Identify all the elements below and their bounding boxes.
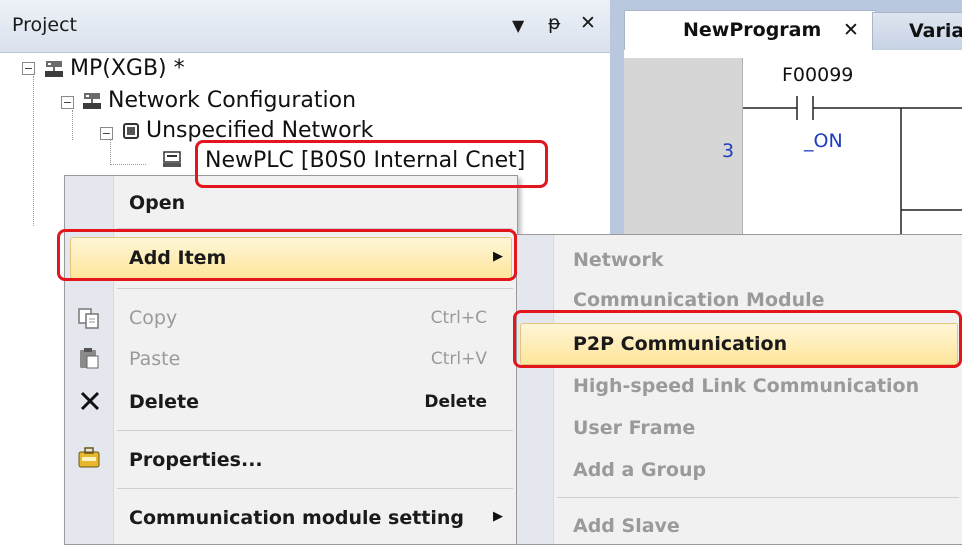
- menu-item-label: Open: [129, 192, 186, 214]
- contact-address: F00099: [782, 64, 854, 86]
- submenu-arrow-icon: ▶: [493, 509, 503, 524]
- network-icon: [123, 123, 139, 139]
- menu-item-copy[interactable]: Copy Ctrl+C: [65, 298, 517, 338]
- tab-close-icon[interactable]: ✕: [843, 19, 859, 41]
- close-icon[interactable]: ✕: [580, 12, 596, 34]
- menu-separator: [557, 497, 959, 498]
- tree-item-network-configuration[interactable]: Network Configuration: [108, 88, 356, 113]
- pin-icon[interactable]: ᵽ: [548, 12, 561, 34]
- paste-icon: [80, 348, 99, 369]
- submenu-item-user-frame[interactable]: User Frame: [517, 411, 962, 449]
- menu-item-label: Communication module setting: [129, 507, 465, 529]
- menu-item-open[interactable]: Open: [65, 184, 517, 224]
- menu-item-shortcut: Ctrl+C: [430, 308, 487, 328]
- tab-variables[interactable]: Varia: [872, 12, 962, 51]
- menu-separator: [117, 488, 513, 489]
- network-config-icon: [83, 93, 101, 109]
- submenu-item-label: Communication Module: [573, 289, 825, 311]
- submenu-item-high-speed-link[interactable]: High-speed Link Communication: [517, 369, 962, 407]
- menu-item-shortcut: Delete: [424, 392, 487, 412]
- submenu-item-add-a-group[interactable]: Add a Group: [517, 453, 962, 491]
- menu-item-label: Properties...: [129, 449, 263, 471]
- panel-dropdown-icon[interactable]: ▼: [512, 16, 524, 35]
- plc-icon: [163, 151, 181, 167]
- highlight-box-add-item: [57, 229, 517, 281]
- tree-connector: [110, 164, 146, 165]
- menu-item-shortcut: Ctrl+V: [430, 349, 487, 369]
- tree-connector: [33, 76, 34, 226]
- menu-separator: [117, 288, 513, 289]
- add-item-submenu: Network Communication Module P2P Communi…: [516, 234, 962, 545]
- line-number: 3: [722, 140, 735, 162]
- submenu-item-label: User Frame: [573, 417, 696, 439]
- project-panel-title: Project: [12, 14, 78, 36]
- collapse-toggle[interactable]: −: [100, 127, 113, 140]
- menu-item-communication-module-setting[interactable]: Communication module setting ▶: [65, 498, 517, 538]
- tree-item-root[interactable]: MP(XGB) *: [70, 56, 185, 81]
- properties-icon: [78, 447, 100, 468]
- submenu-item-label: Network: [573, 249, 664, 271]
- submenu-item-add-slave[interactable]: Add Slave: [517, 509, 962, 543]
- menu-item-label: Paste: [129, 348, 181, 370]
- tree-connector: [72, 110, 73, 140]
- submenu-item-label: Add Slave: [573, 515, 680, 537]
- tab-label: NewProgram: [683, 19, 822, 41]
- submenu-item-network[interactable]: Network: [517, 241, 962, 279]
- menu-item-label: Copy: [129, 307, 178, 329]
- submenu-item-label: High-speed Link Communication: [573, 375, 920, 397]
- menu-item-properties[interactable]: Properties...: [65, 440, 517, 480]
- tab-label: Varia: [909, 20, 962, 42]
- contact-name: _ON: [804, 130, 843, 152]
- menu-item-paste[interactable]: Paste Ctrl+V: [65, 339, 517, 379]
- highlight-box-plc: [195, 140, 548, 188]
- tree-connector: [110, 140, 111, 165]
- delete-icon: [80, 391, 100, 411]
- tab-newprogram[interactable]: NewProgram ✕: [624, 10, 876, 51]
- menu-separator: [117, 430, 513, 431]
- copy-icon: [78, 308, 99, 329]
- collapse-toggle[interactable]: −: [61, 96, 74, 109]
- menu-item-label: Delete: [129, 391, 200, 413]
- project-icon: [45, 61, 63, 77]
- menu-item-delete[interactable]: Delete Delete: [65, 382, 517, 422]
- highlight-box-p2p: [513, 310, 962, 368]
- project-panel-header: Project ▼ ᵽ ✕: [0, 0, 610, 53]
- submenu-item-label: Add a Group: [573, 459, 707, 481]
- collapse-toggle[interactable]: −: [22, 62, 35, 75]
